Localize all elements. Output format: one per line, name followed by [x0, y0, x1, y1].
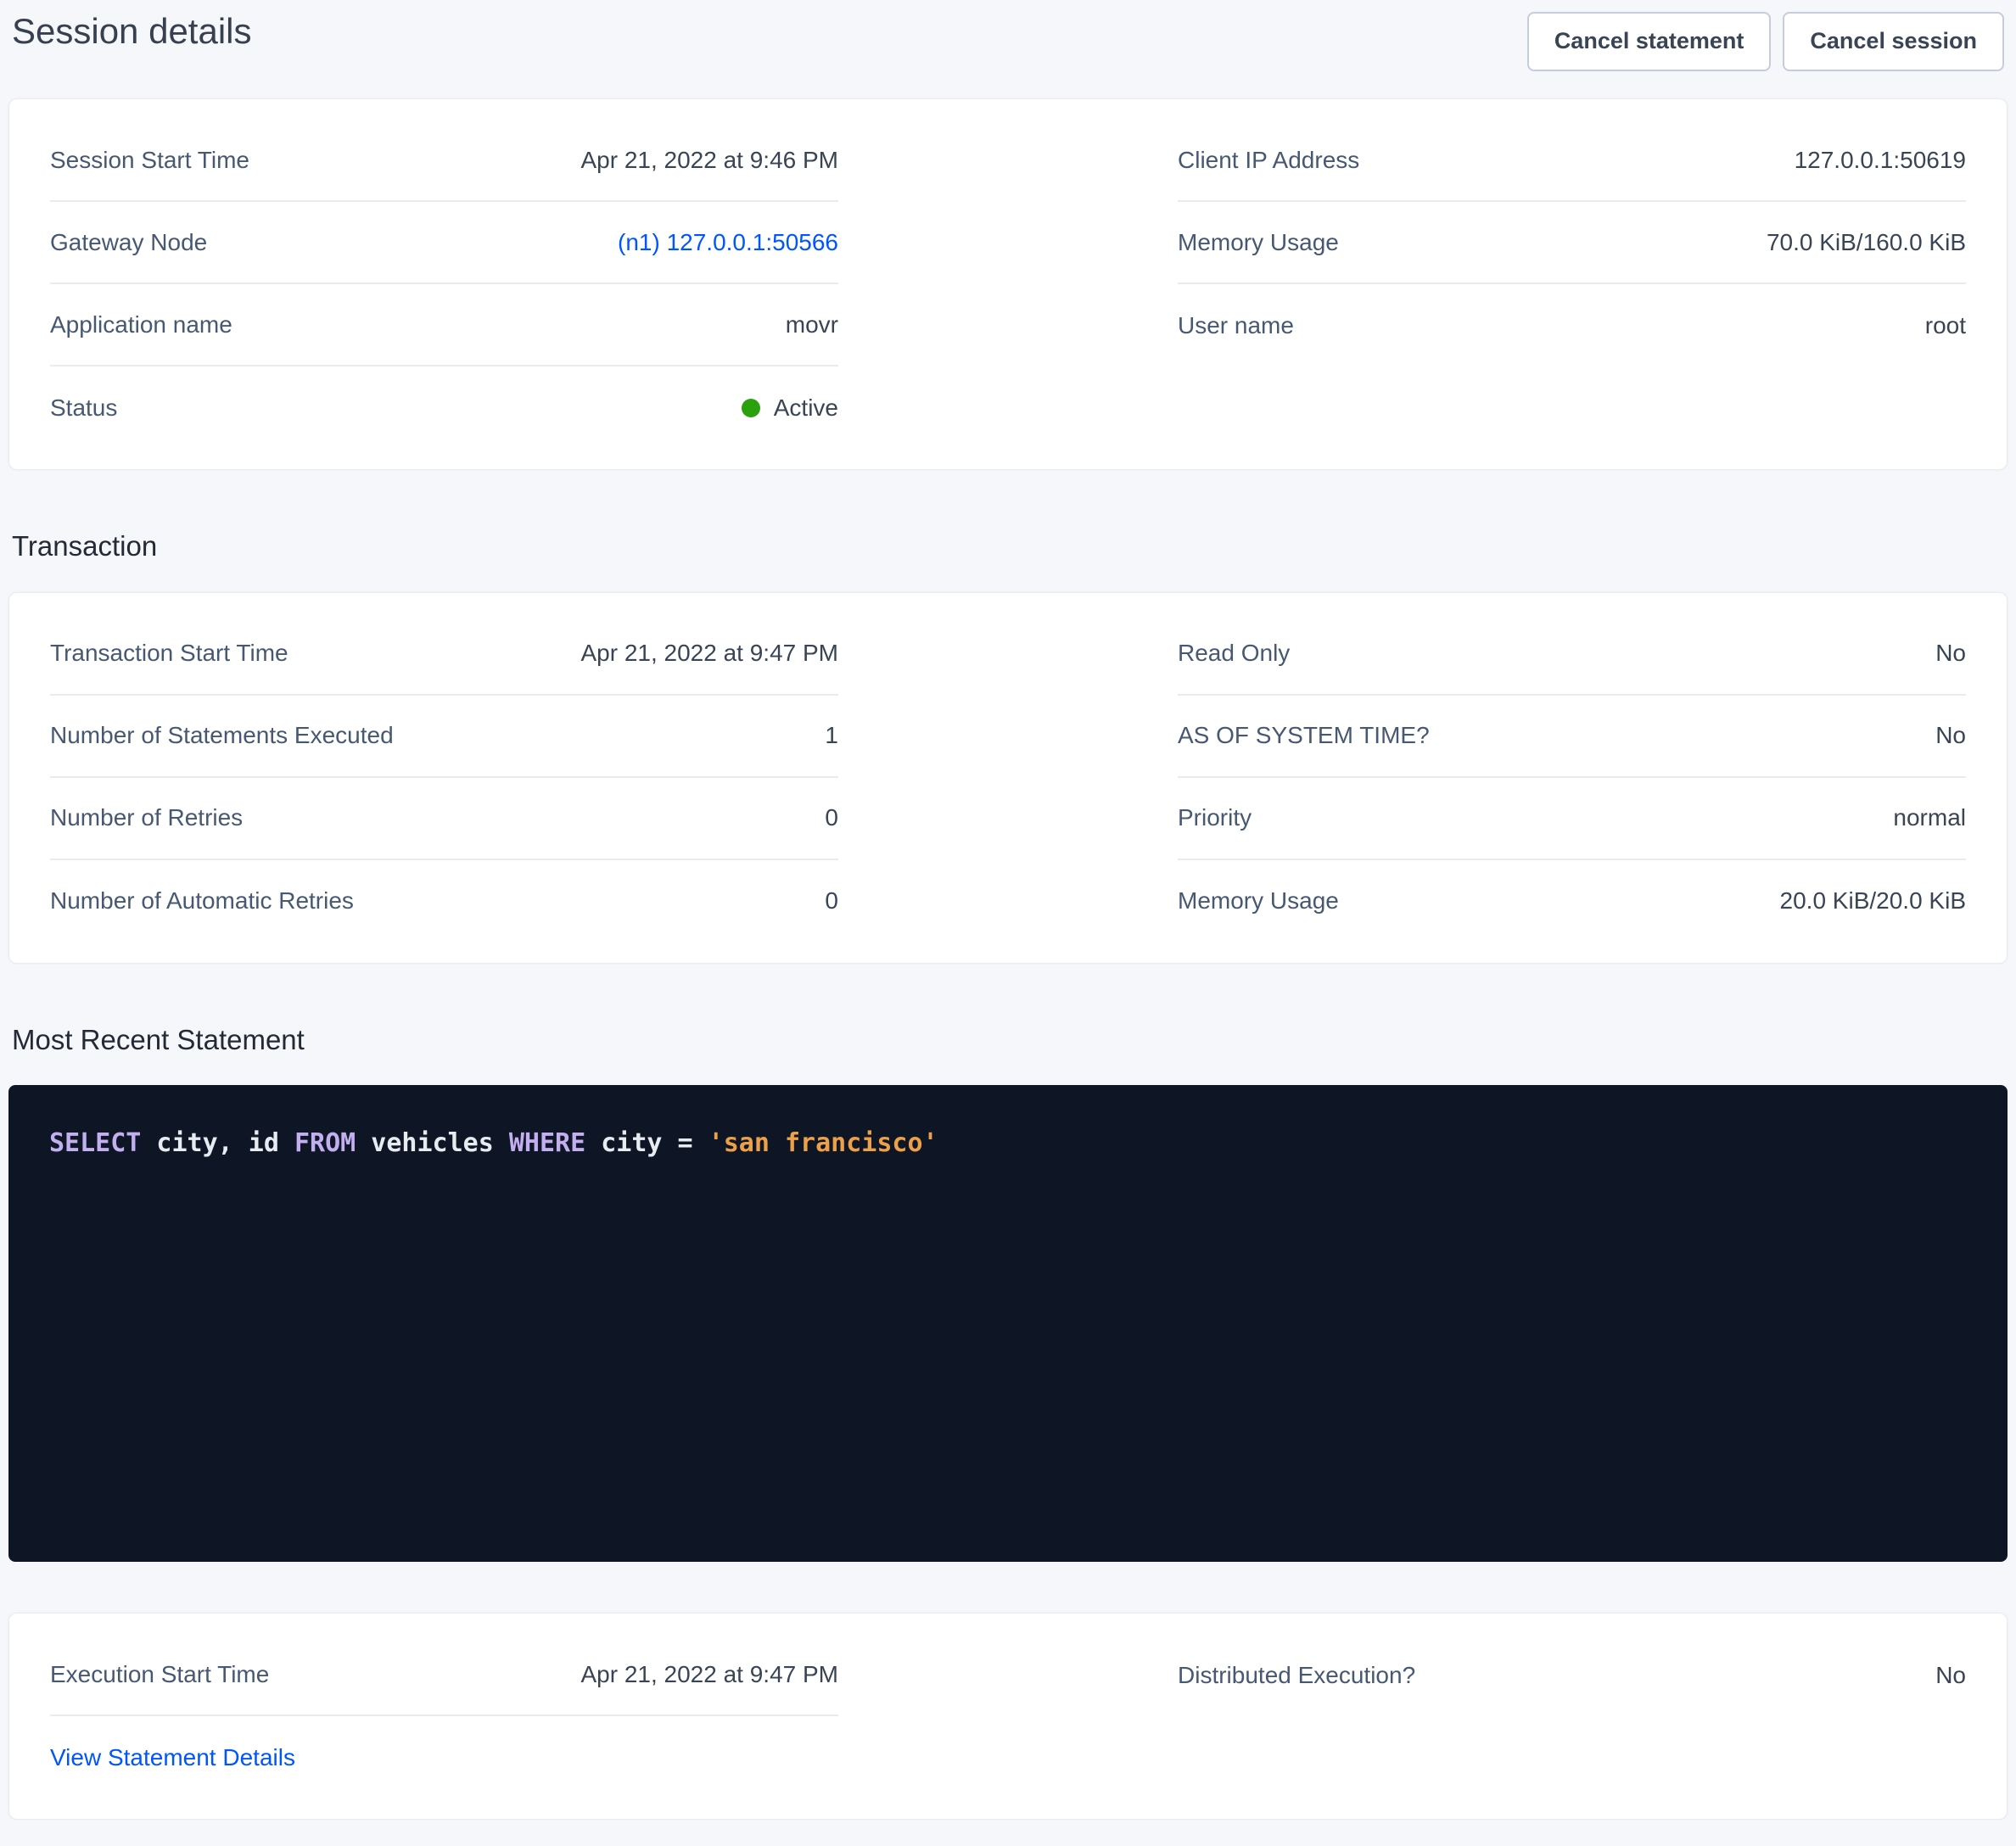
as-of-system-time-value: No — [1935, 722, 1966, 749]
transaction-start-time-row: Transaction Start Time Apr 21, 2022 at 9… — [50, 613, 838, 696]
execution-start-time-row: Execution Start Time Apr 21, 2022 at 9:4… — [50, 1634, 838, 1716]
priority-label: Priority — [1178, 804, 1252, 831]
session-start-time-value: Apr 21, 2022 at 9:46 PM — [580, 147, 838, 174]
sql-token: vehicles — [356, 1128, 509, 1158]
read-only-value: No — [1935, 640, 1966, 667]
application-name-value: movr — [786, 311, 838, 338]
session-summary-left-column: Session Start Time Apr 21, 2022 at 9:46 … — [50, 120, 838, 449]
application-name-label: Application name — [50, 311, 232, 338]
cancel-session-button[interactable]: Cancel session — [1783, 12, 2004, 71]
view-statement-details-link[interactable]: View Statement Details — [50, 1744, 295, 1771]
view-statement-details-row: View Statement Details — [50, 1716, 838, 1798]
session-start-time-row: Session Start Time Apr 21, 2022 at 9:46 … — [50, 120, 838, 202]
priority-value: normal — [1893, 804, 1966, 831]
statements-executed-row: Number of Statements Executed 1 — [50, 696, 838, 778]
statements-executed-value: 1 — [825, 722, 838, 749]
session-memory-usage-row: Memory Usage 70.0 KiB/160.0 KiB — [1178, 202, 1966, 284]
transaction-start-time-value: Apr 21, 2022 at 9:47 PM — [580, 640, 838, 667]
distributed-execution-row: Distributed Execution? No — [1178, 1634, 1966, 1716]
automatic-retries-value: 0 — [825, 887, 838, 915]
automatic-retries-label: Number of Automatic Retries — [50, 887, 354, 915]
execution-start-time-label: Execution Start Time — [50, 1661, 269, 1688]
page-header: Session details Cancel statement Cancel … — [8, 0, 2008, 85]
cancel-statement-button[interactable]: Cancel statement — [1527, 12, 1772, 71]
sql-token: city, id — [141, 1128, 294, 1158]
transaction-start-time-label: Transaction Start Time — [50, 640, 288, 667]
sql-statement-box: SELECT city, id FROM vehicles WHERE city… — [8, 1085, 2008, 1562]
transaction-card: Transaction Start Time Apr 21, 2022 at 9… — [8, 592, 2008, 964]
retries-row: Number of Retries 0 — [50, 778, 838, 860]
as-of-system-time-row: AS OF SYSTEM TIME? No — [1178, 696, 1966, 778]
gateway-node-row: Gateway Node (n1) 127.0.0.1:50566 — [50, 202, 838, 284]
page-title: Session details — [12, 12, 252, 51]
sql-token: FROM — [294, 1128, 356, 1158]
transaction-memory-usage-label: Memory Usage — [1178, 887, 1339, 915]
statements-executed-label: Number of Statements Executed — [50, 722, 394, 749]
transaction-memory-usage-value: 20.0 KiB/20.0 KiB — [1780, 887, 1966, 915]
session-memory-usage-label: Memory Usage — [1178, 229, 1339, 256]
status-active-dot-icon — [742, 399, 760, 417]
retries-label: Number of Retries — [50, 804, 243, 831]
session-memory-usage-value: 70.0 KiB/160.0 KiB — [1767, 229, 1966, 256]
priority-row: Priority normal — [1178, 778, 1966, 860]
transaction-memory-usage-row: Memory Usage 20.0 KiB/20.0 KiB — [1178, 860, 1966, 943]
distributed-execution-value: No — [1935, 1662, 1966, 1689]
execution-start-time-value: Apr 21, 2022 at 9:47 PM — [580, 1661, 838, 1688]
session-details-page: Session details Cancel statement Cancel … — [0, 0, 2016, 1820]
session-summary-right-column: Client IP Address 127.0.0.1:50619 Memory… — [1178, 120, 1966, 366]
transaction-right-column: Read Only No AS OF SYSTEM TIME? No Prior… — [1178, 613, 1966, 943]
sql-token: SELECT — [49, 1128, 141, 1158]
header-buttons: Cancel statement Cancel session — [1527, 12, 2004, 71]
sql-token: city = — [585, 1128, 708, 1158]
application-name-row: Application name movr — [50, 284, 838, 366]
status-badge: Active — [742, 394, 838, 422]
client-ip-row: Client IP Address 127.0.0.1:50619 — [1178, 120, 1966, 202]
status-row: Status Active — [50, 366, 838, 449]
execution-card: Execution Start Time Apr 21, 2022 at 9:4… — [8, 1613, 2008, 1820]
user-name-value: root — [1925, 312, 1966, 339]
user-name-row: User name root — [1178, 284, 1966, 366]
sql-token: 'san francisco' — [708, 1128, 938, 1158]
transaction-section-heading: Transaction — [12, 529, 2004, 563]
distributed-execution-label: Distributed Execution? — [1178, 1662, 1415, 1689]
transaction-left-column: Transaction Start Time Apr 21, 2022 at 9… — [50, 613, 838, 943]
retries-value: 0 — [825, 804, 838, 831]
user-name-label: User name — [1178, 312, 1294, 339]
status-label: Status — [50, 394, 117, 422]
session-summary-card: Session Start Time Apr 21, 2022 at 9:46 … — [8, 98, 2008, 470]
read-only-row: Read Only No — [1178, 613, 1966, 696]
session-start-time-label: Session Start Time — [50, 147, 249, 174]
client-ip-value: 127.0.0.1:50619 — [1795, 147, 1966, 174]
execution-left-column: Execution Start Time Apr 21, 2022 at 9:4… — [50, 1634, 838, 1798]
status-text: Active — [774, 394, 838, 422]
read-only-label: Read Only — [1178, 640, 1290, 667]
sql-token: WHERE — [509, 1128, 585, 1158]
as-of-system-time-label: AS OF SYSTEM TIME? — [1178, 722, 1430, 749]
execution-right-column: Distributed Execution? No — [1178, 1634, 1966, 1716]
gateway-node-link[interactable]: (n1) 127.0.0.1:50566 — [618, 229, 838, 256]
automatic-retries-row: Number of Automatic Retries 0 — [50, 860, 838, 943]
most-recent-statement-heading: Most Recent Statement — [12, 1023, 2004, 1057]
gateway-node-label: Gateway Node — [50, 229, 207, 256]
client-ip-label: Client IP Address — [1178, 147, 1359, 174]
